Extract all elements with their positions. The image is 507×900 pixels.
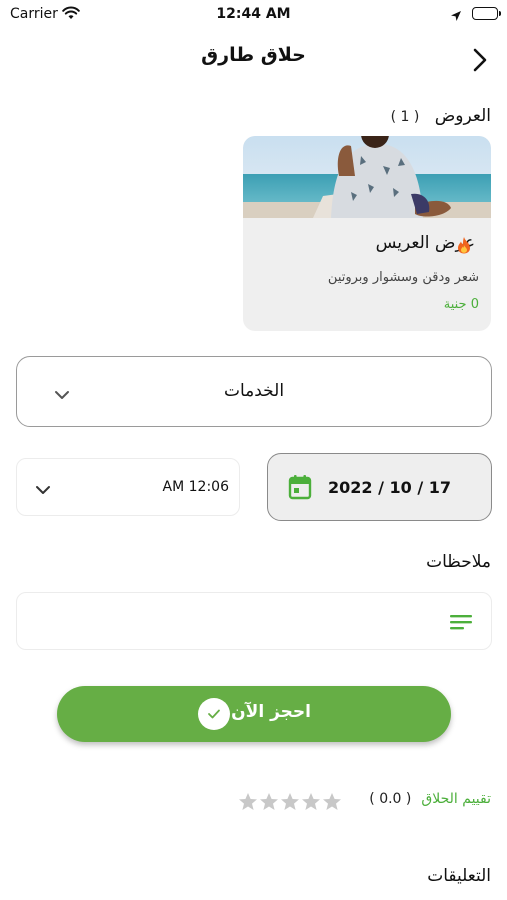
- chevron-down-icon: [35, 480, 51, 499]
- page-title: حلاق طارق: [201, 44, 306, 66]
- location-arrow-icon: [450, 7, 462, 26]
- status-bar: Carrier 12:44 AM: [0, 0, 507, 30]
- chevron-right-icon: [473, 48, 487, 72]
- services-label: الخدمات: [223, 381, 285, 401]
- comments-heading: التعليقات: [427, 866, 491, 886]
- offer-price: 0 جنية: [443, 297, 479, 312]
- rating-label: تقييم الحلاق: [421, 791, 491, 807]
- calendar-icon: [288, 474, 312, 504]
- fire-icon: [456, 236, 472, 254]
- battery-icon: [472, 7, 501, 20]
- offers-count: ( 1 ): [390, 109, 420, 125]
- star-icon[interactable]: [259, 792, 279, 812]
- star-icon[interactable]: [280, 792, 300, 812]
- offer-card[interactable]: عرض العريس شعر ودقن وسشوار وبروتين 0 جني…: [243, 136, 491, 331]
- chevron-down-icon: [54, 385, 70, 404]
- check-icon: [198, 698, 230, 730]
- star-icon[interactable]: [301, 792, 321, 812]
- book-now-label: احجز الآن: [231, 702, 311, 722]
- time-picker[interactable]: 12:06 AM: [16, 458, 240, 516]
- offers-heading: العروض ( 1 ): [391, 106, 491, 126]
- offers-label: العروض: [434, 106, 491, 126]
- barber-rating: تقييم الحلاق ( 0.0 ): [369, 791, 491, 807]
- date-picker[interactable]: 2022 / 10 / 17: [267, 453, 492, 521]
- notes-label: ملاحظات: [426, 552, 491, 572]
- star-icon[interactable]: [238, 792, 258, 812]
- offer-description: شعر ودقن وسشوار وبروتين: [327, 270, 479, 285]
- status-time: 12:44 AM: [216, 6, 291, 22]
- date-value: 2022 / 10 / 17: [327, 478, 451, 497]
- offer-image: [243, 136, 491, 218]
- rating-value: ( 0.0 ): [369, 791, 412, 807]
- time-value: 12:06 AM: [162, 479, 229, 495]
- notes-lines-icon: [449, 614, 473, 634]
- back-button[interactable]: [466, 44, 494, 76]
- notes-input[interactable]: [16, 592, 492, 650]
- services-dropdown[interactable]: الخدمات: [16, 356, 492, 427]
- star-icon[interactable]: [322, 792, 342, 812]
- book-now-button[interactable]: احجز الآن: [57, 686, 451, 742]
- rating-stars[interactable]: [238, 792, 342, 812]
